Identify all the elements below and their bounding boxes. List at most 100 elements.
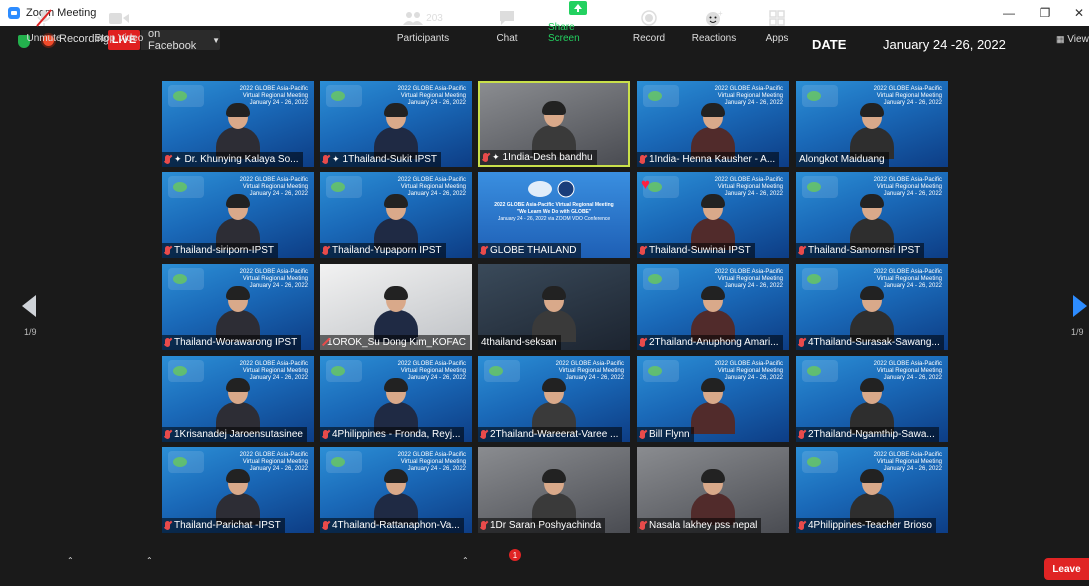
- participant-tile[interactable]: 1OROK_Su Dong Kim_KOFAC: [320, 264, 472, 350]
- globe-logo-icon: [168, 85, 204, 107]
- participant-nameplate: ✦ 1India-Desh bandhu: [480, 150, 597, 165]
- muted-mic-icon: [640, 338, 645, 347]
- participant-name: 2Thailand-Anuphong Amari...: [649, 337, 779, 348]
- globe-logo-icon: [802, 360, 838, 382]
- stop-video-button[interactable]: Stop Video: [92, 0, 146, 46]
- globe-logo-icon: [802, 176, 838, 198]
- participant-tile[interactable]: 2022 GLOBE Asia-Pacific Virtual Regional…: [162, 172, 314, 258]
- globe-logo-icon: [326, 360, 362, 382]
- participant-tile[interactable]: 2022 GLOBE Asia-Pacific Virtual Regional…: [796, 447, 948, 533]
- participant-tile[interactable]: 1Dr Saran Poshyachinda: [478, 447, 630, 533]
- participant-nameplate: 1OROK_Su Dong Kim_KOFAC: [320, 335, 470, 350]
- participant-tile[interactable]: 2022 GLOBE Asia-Pacific Virtual Regional…: [637, 172, 789, 258]
- participant-name: 4thailand-seksan: [481, 337, 557, 348]
- participant-tile[interactable]: 2022 GLOBE Asia-Pacific Virtual Regional…: [162, 81, 314, 167]
- minimize-button[interactable]: —: [992, 0, 1026, 26]
- record-icon: [641, 9, 657, 27]
- participant-tile[interactable]: 2022 GLOBE Asia-Pacific Virtual Regional…: [796, 172, 948, 258]
- participant-nameplate: Thailand-Suwinai IPST: [637, 243, 755, 258]
- participant-tile[interactable]: 2022 GLOBE Asia-Pacific Virtual Regional…: [796, 356, 948, 442]
- livestream-label: on Facebook: [148, 28, 197, 52]
- participant-name: 2Thailand-Ngamthip-Sawa...: [808, 429, 935, 440]
- reactions-button[interactable]: + Reactions: [690, 0, 738, 46]
- participant-tile[interactable]: 4thailand-seksan: [478, 264, 630, 350]
- participant-tile[interactable]: 2022 GLOBE Asia-Pacific Virtual Regional…: [162, 264, 314, 350]
- participants-label: Participants: [396, 33, 450, 44]
- participant-name: Thailand-Samornsri IPST: [808, 245, 921, 256]
- participant-tile[interactable]: 2022 GLOBE Asia-Pacific Virtual Regional…: [320, 447, 472, 533]
- participant-video: [850, 103, 894, 159]
- participant-name: Thailand-Worawarong IPST: [174, 337, 298, 348]
- muted-mic-icon: [35, 9, 53, 27]
- globe-logo-icon: [643, 360, 679, 382]
- participant-video: [850, 286, 894, 342]
- participant-video: [216, 469, 260, 525]
- participant-tile[interactable]: 2022 GLOBE Asia-Pacific Virtual Regional…: [320, 81, 472, 167]
- apps-label: Apps: [765, 33, 789, 44]
- participant-tile[interactable]: 2022 GLOBE Asia-Pacific Virtual Regional…: [478, 356, 630, 442]
- globe-logo-icon: [643, 85, 679, 107]
- participant-tile[interactable]: 2022 GLOBE Asia-Pacific Virtual Regional…: [478, 172, 630, 258]
- participant-tile[interactable]: 2022 GLOBE Asia-Pacific Virtual Regional…: [637, 81, 789, 167]
- video-options-chevron-icon[interactable]: ⌃: [146, 556, 153, 565]
- participant-name: 1Dr Saran Poshyachinda: [490, 520, 602, 531]
- participant-nameplate: Alongkot Maiduang: [796, 152, 889, 167]
- prev-page-arrow-icon[interactable]: [22, 295, 36, 317]
- participant-video: [691, 378, 735, 434]
- participant-name: Dr. Khunying Kalaya So...: [184, 154, 299, 165]
- participant-tile[interactable]: 2022 GLOBE Asia-Pacific Virtual Regional…: [162, 447, 314, 533]
- participant-nameplate: 4Thailand-Surasak-Sawang...: [796, 335, 944, 350]
- participant-nameplate: 1India- Henna Kausher - A...: [637, 152, 780, 167]
- muted-mic-icon: [323, 155, 328, 164]
- muted-mic-icon: [640, 155, 645, 164]
- unmute-button[interactable]: Unmute: [22, 0, 66, 46]
- muted-mic-icon: [640, 521, 645, 530]
- apps-button[interactable]: Apps: [762, 0, 792, 46]
- share-screen-button[interactable]: Share Screen: [548, 0, 608, 46]
- participant-name: Thailand-Yupaporn IPST: [332, 245, 442, 256]
- participant-tile[interactable]: 2022 GLOBE Asia-Pacific Virtual Regional…: [320, 172, 472, 258]
- participant-tile[interactable]: 2022 GLOBE Asia-Pacific Virtual Regional…: [637, 264, 789, 350]
- participant-video: [374, 286, 418, 342]
- participants-icon-wrap: 203: [403, 9, 443, 27]
- pin-icon: ✦: [492, 152, 500, 162]
- restore-button[interactable]: ❐: [1028, 0, 1062, 26]
- participant-video: [850, 194, 894, 250]
- video-camera-icon: [109, 9, 129, 27]
- next-page-arrow-icon[interactable]: [1073, 295, 1087, 317]
- close-button[interactable]: ✕: [1062, 0, 1089, 26]
- participant-tile[interactable]: 2022 GLOBE Asia-Pacific Virtual Regional…: [637, 356, 789, 442]
- globe-thailand-logo-icon: [518, 180, 588, 198]
- muted-mic-icon: [165, 155, 170, 164]
- participants-chevron-icon[interactable]: ⌃: [462, 556, 469, 565]
- muted-mic-icon: [323, 246, 328, 255]
- participant-video: [532, 469, 576, 525]
- participant-tile[interactable]: 2022 GLOBE Asia-Pacific Virtual Regional…: [320, 356, 472, 442]
- participant-tile[interactable]: 2022 GLOBE Asia-Pacific Virtual Regional…: [796, 264, 948, 350]
- muted-mic-icon: [481, 246, 486, 255]
- participant-tile[interactable]: 2022 GLOBE Asia-Pacific Virtual Regional…: [162, 356, 314, 442]
- participant-tile[interactable]: Nasala lakhey pss nepal: [637, 447, 789, 533]
- heart-reaction-icon: ♥: [641, 176, 650, 193]
- muted-mic-icon: [323, 430, 328, 439]
- participant-nameplate: 4thailand-seksan: [478, 335, 561, 350]
- participants-button[interactable]: 203 Participants: [396, 0, 450, 46]
- muted-mic-icon: [323, 521, 328, 530]
- date-value: January 24 -26, 2022: [883, 37, 1006, 52]
- participant-nameplate: Nasala lakhey pss nepal: [637, 518, 762, 533]
- record-button[interactable]: Record: [630, 0, 668, 46]
- audio-options-chevron-icon[interactable]: ⌃: [67, 556, 74, 565]
- leave-button[interactable]: Leave: [1044, 558, 1089, 580]
- grid-icon: ▦: [1056, 34, 1065, 44]
- participant-video: [374, 378, 418, 434]
- globe-logo-icon: [168, 451, 204, 473]
- chat-button[interactable]: Chat: [492, 0, 522, 46]
- participant-tile[interactable]: 2022 GLOBE Asia-Pacific Virtual Regional…: [796, 81, 948, 167]
- view-button[interactable]: ▦ View: [1056, 34, 1089, 45]
- participant-video: [691, 286, 735, 342]
- participant-name: Alongkot Maiduang: [799, 154, 885, 165]
- participants-count: 203: [426, 12, 443, 24]
- participant-tile[interactable]: ✦ 1India-Desh bandhu: [478, 81, 630, 167]
- globe-logo-icon: [326, 451, 362, 473]
- livestream-dropdown[interactable]: on Facebook ▼: [141, 28, 220, 52]
